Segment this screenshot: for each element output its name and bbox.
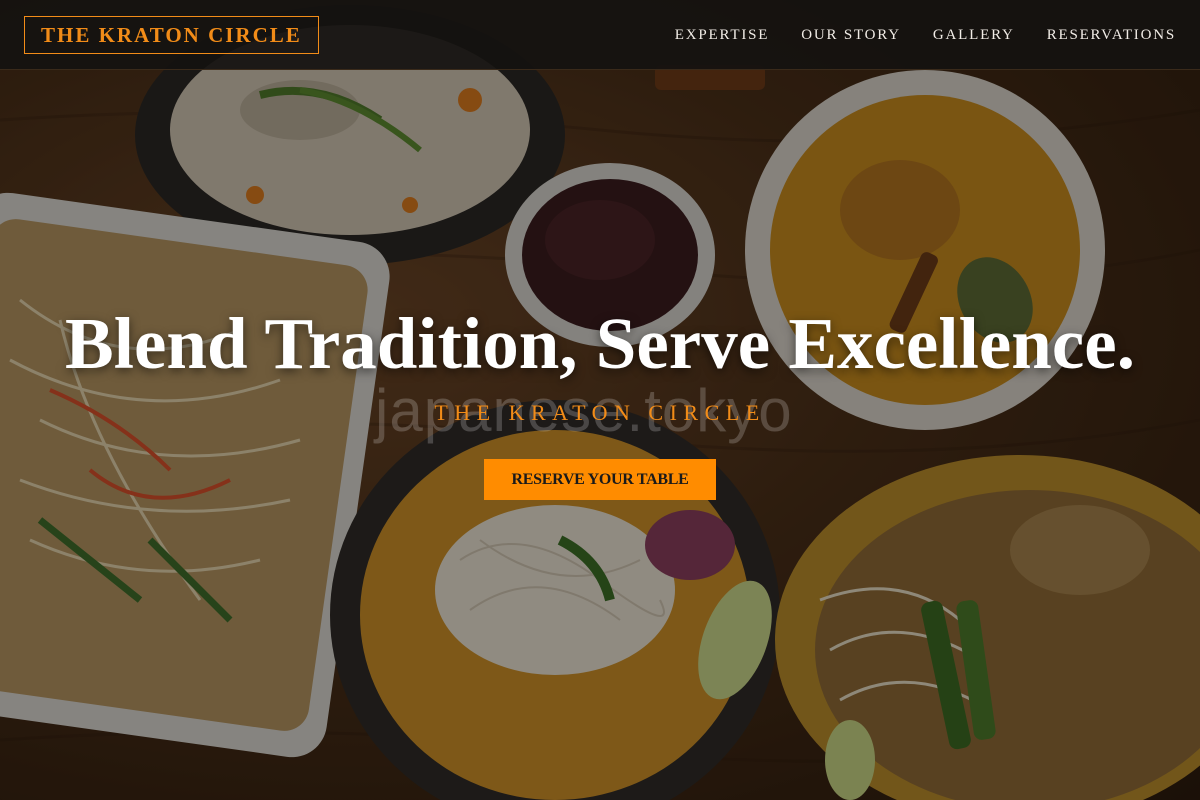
- reserve-table-button[interactable]: RESERVE YOUR TABLE: [484, 459, 716, 500]
- nav-link-our-story[interactable]: OUR STORY: [801, 27, 901, 44]
- page: THE KRATON CIRCLE EXPERTISE OUR STORY GA…: [0, 0, 1200, 800]
- site-header: THE KRATON CIRCLE EXPERTISE OUR STORY GA…: [0, 0, 1200, 70]
- main-nav: EXPERTISE OUR STORY GALLERY RESERVATIONS: [675, 0, 1176, 70]
- nav-link-gallery[interactable]: GALLERY: [933, 27, 1015, 44]
- nav-link-reservations[interactable]: RESERVATIONS: [1047, 27, 1176, 44]
- logo[interactable]: THE KRATON CIRCLE: [24, 16, 319, 54]
- hero-subtitle: THE KRATON CIRCLE: [434, 400, 766, 425]
- hero-title: Blend Tradition, Serve Excellence.: [65, 303, 1135, 384]
- nav-link-expertise[interactable]: EXPERTISE: [675, 27, 769, 44]
